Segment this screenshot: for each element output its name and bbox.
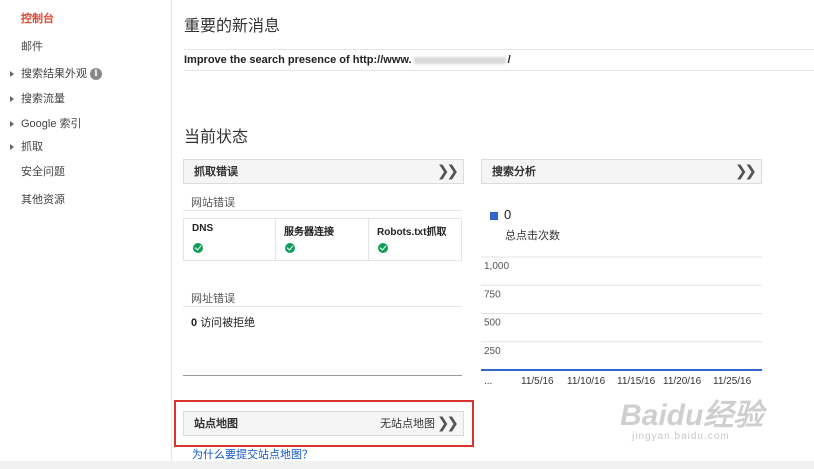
site-errors-table: DNS 服务器连接 Robots.txt抓取 [183,218,462,261]
sidebar-item-messages[interactable]: 邮件 [0,37,172,57]
chart-y-tick-label: 1,000 [484,261,509,272]
site-error-name: 服务器连接 [284,227,334,238]
sidebar-item-label: Google 索引 [21,118,82,130]
chart-x-tick-label: 11/10/16 [567,376,606,387]
sidebar-item-label: 控制台 [21,13,54,25]
chart-x-tick-label: ... [484,376,492,387]
sidebar-item-label: 抓取 [21,141,43,153]
chart-y-tick-label: 500 [484,318,501,329]
watermark-logo: Baidu经验 [620,399,764,432]
sidebar-item-label: 搜索流量 [21,93,65,105]
crawl-errors-title: 抓取错误 [194,166,238,178]
legend-swatch [490,212,498,220]
url-errors-count: 0 [191,317,198,329]
chart-x-tick-label: 11/15/16 [617,376,656,387]
search-analytics-title: 搜索分析 [492,166,536,178]
why-submit-sitemap-link[interactable]: 为什么要提交站点地图？ [192,446,313,462]
chart-x-tick-label: 11/20/16 [663,376,702,387]
expand-triangle-icon [10,71,14,77]
messages-title: 重要的新消息 [184,18,281,35]
green-check-icon [285,243,295,253]
sidebar-item-crawl[interactable]: 抓取 [0,137,172,157]
site-error-dns[interactable]: DNS [184,219,276,260]
double-chevron-right-icon[interactable]: ❯❯ [437,160,459,183]
chart-x-tick-label: 11/25/16 [713,376,752,387]
green-check-icon [378,243,388,253]
annotation-highlight-box [174,400,474,447]
site-error-server-connectivity[interactable]: 服务器连接 [276,219,369,260]
sidebar-item-dashboard[interactable]: 控制台 [0,9,172,29]
sidebar-item-label: 安全问题 [21,166,65,178]
message-item[interactable]: Improve the search presence of http://ww… [184,49,814,71]
url-errors-text: 访问被拒绝 [200,317,256,329]
url-errors-label: 网址错误 [191,293,235,305]
chart-grid [481,256,762,343]
panel-bottom-rule [183,375,462,376]
bottom-scroll-strip [0,461,814,469]
site-error-name: DNS [192,223,214,234]
green-check-icon [193,243,203,253]
sidebar-item-label: 其他资源 [21,194,65,206]
search-analytics-chart: 1,000 750 500 250 ... 11/5/16 11/10/16 11/15/1… [481,256,762,387]
search-analytics-panel-header[interactable]: 搜索分析 ❯❯ [481,159,762,184]
chart-y-tick-label: 750 [484,289,501,300]
chart-y-ticks: 1,000 750 500 250 [484,261,509,357]
double-chevron-right-icon[interactable]: ❯❯ [735,160,757,183]
site-errors-label: 网站错误 [191,197,235,209]
info-icon[interactable]: i [90,68,102,80]
total-clicks-label: 总点击次数 [505,230,560,242]
chart-x-tick-label: 11/5/16 [521,376,554,387]
sidebar-item-security-issues[interactable]: 安全问题 [0,162,172,182]
sidebar-item-label: 搜索结果外观 [21,68,87,80]
divider [183,210,462,211]
sidebar-item-label: 邮件 [21,41,43,53]
watermark-url: jingyan.baidu.com [632,431,730,442]
sidebar-item-search-appearance[interactable]: 搜索结果外观 i [0,64,172,84]
sidebar-nav: 控制台 邮件 搜索结果外观 i 搜索流量 Google 索引 抓取 安全问题 其… [0,0,172,469]
redacted-domain [413,56,506,64]
divider [183,306,462,307]
status-title: 当前状态 [184,129,249,146]
expand-triangle-icon [10,96,14,102]
sidebar-item-other-resources[interactable]: 其他资源 [0,190,172,210]
sidebar-item-google-index[interactable]: Google 索引 [0,114,172,134]
expand-triangle-icon [10,144,14,150]
message-text-suffix: / [507,54,511,66]
chart-y-tick-label: 250 [484,346,501,357]
url-errors-summary[interactable]: 0 访问被拒绝 [191,314,255,330]
message-text-prefix: Improve the search presence of http://ww… [184,54,412,66]
sidebar-item-search-traffic[interactable]: 搜索流量 [0,89,172,109]
crawl-errors-panel-header[interactable]: 抓取错误 ❯❯ [183,159,464,184]
chart-x-ticks: ... 11/5/16 11/10/16 11/15/16 11/20/16 11/25/… [484,376,752,387]
site-error-name: Robots.txt抓取 [377,227,447,238]
expand-triangle-icon [10,121,14,127]
total-clicks-value: 0 [504,207,512,222]
site-error-robots-fetch[interactable]: Robots.txt抓取 [369,219,461,260]
